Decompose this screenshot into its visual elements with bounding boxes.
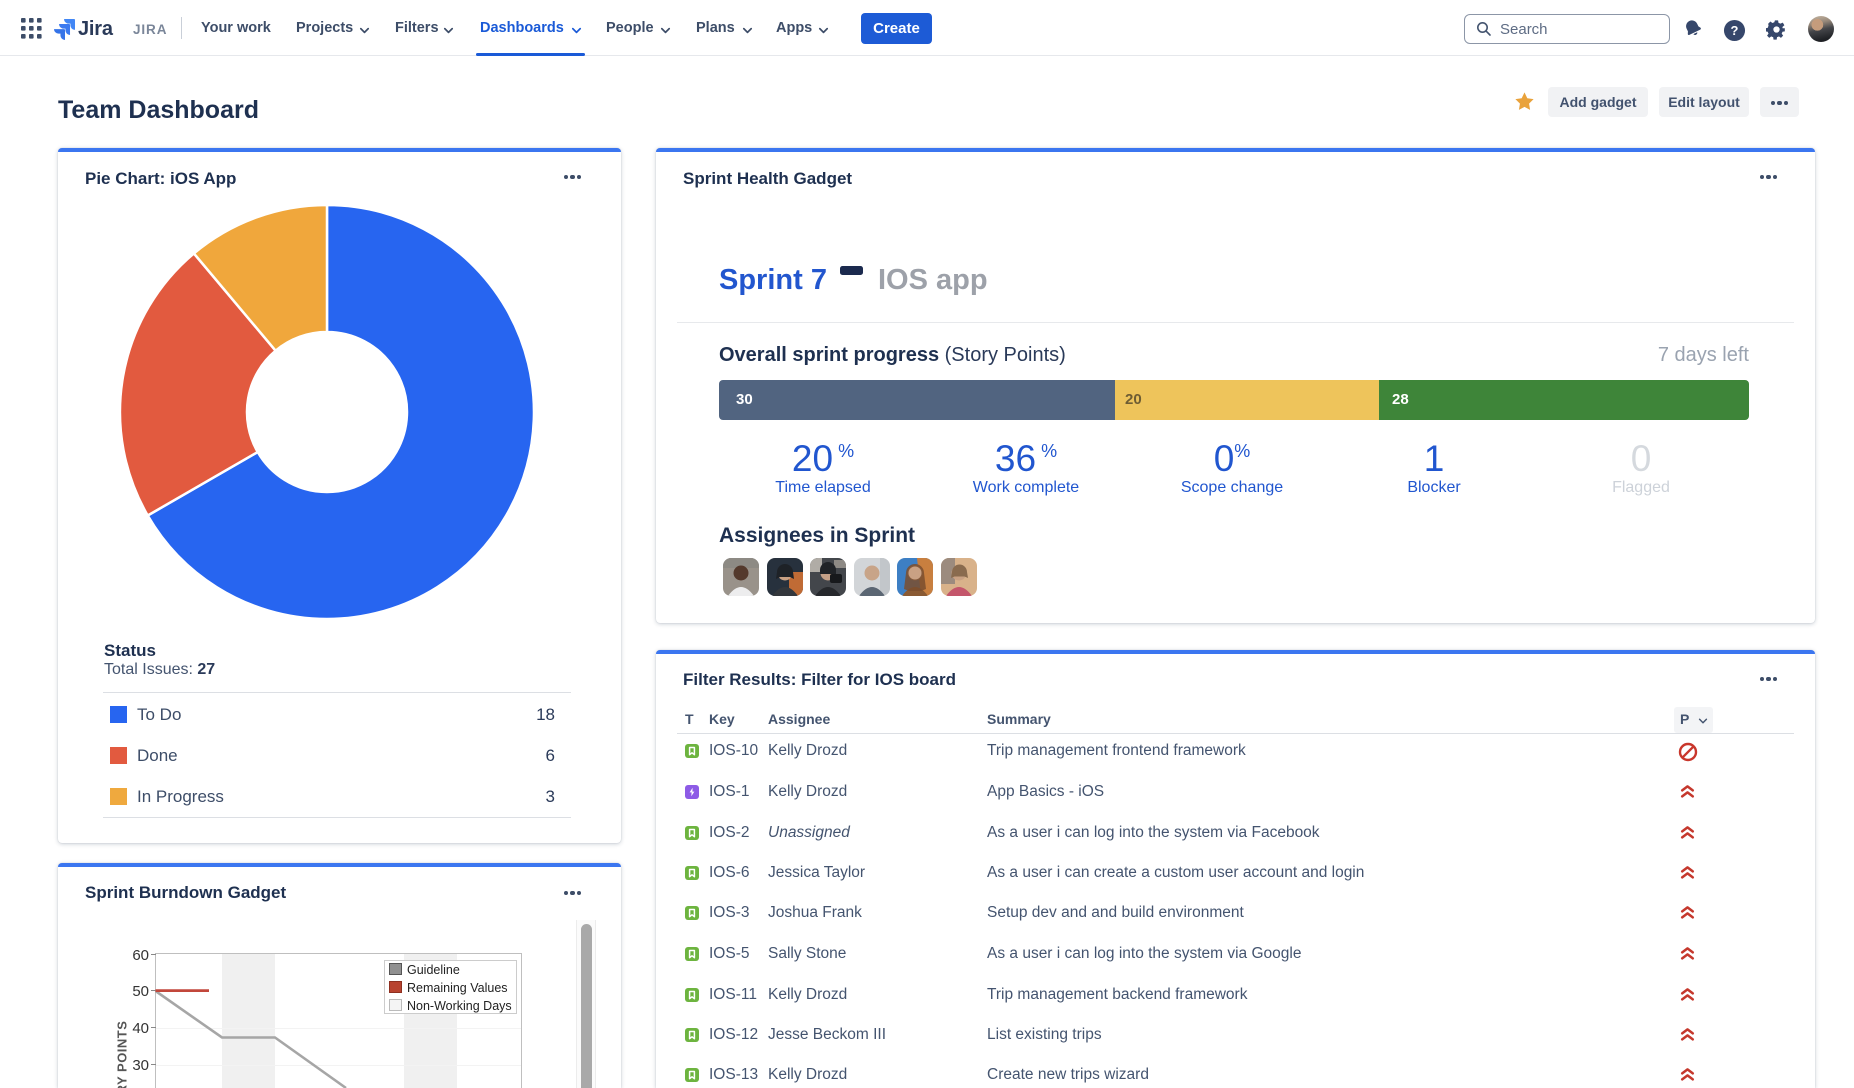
svg-text:?: ? bbox=[1731, 23, 1739, 38]
